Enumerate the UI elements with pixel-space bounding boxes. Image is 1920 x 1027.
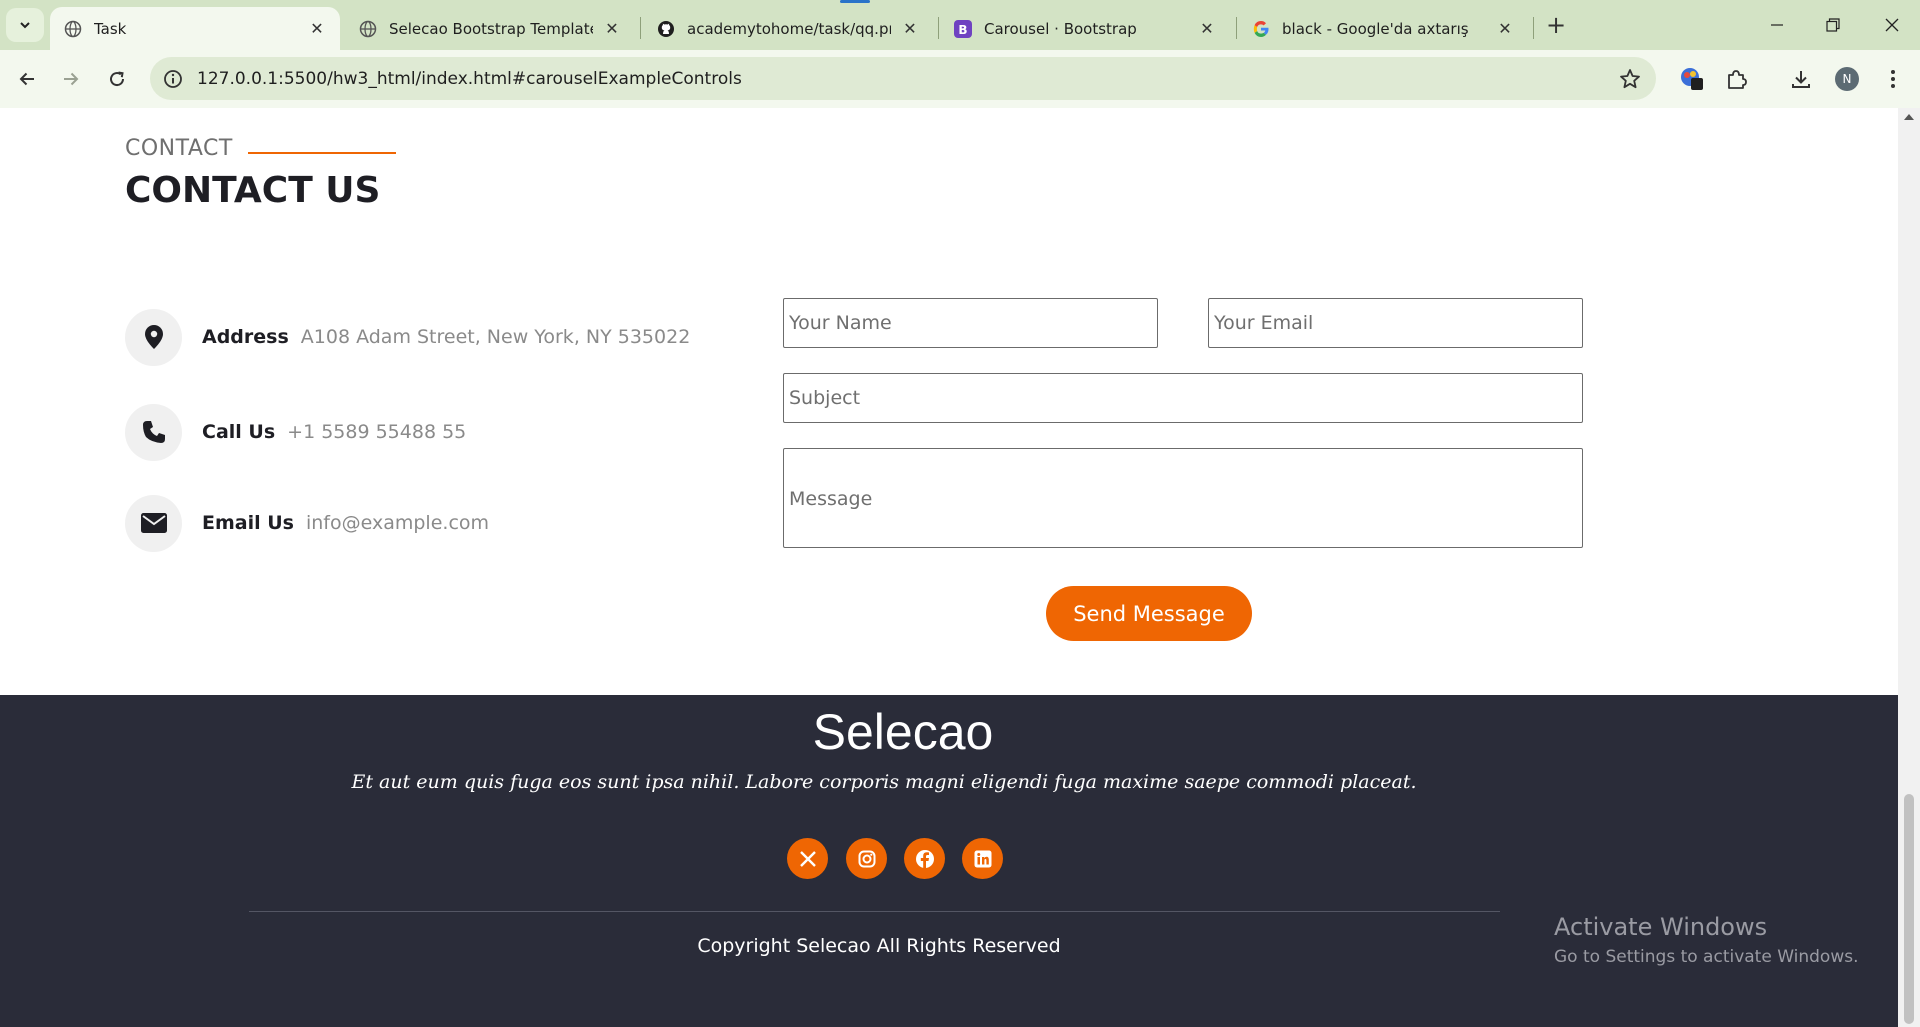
kicker-underline — [248, 152, 396, 154]
close-tab-icon[interactable]: ✕ — [901, 19, 919, 38]
subject-field[interactable] — [783, 373, 1583, 423]
close-window-button[interactable] — [1864, 0, 1920, 50]
forward-button[interactable] — [55, 63, 87, 95]
minimize-button[interactable] — [1749, 0, 1805, 50]
download-icon[interactable] — [1787, 65, 1815, 93]
info-value: A108 Adam Street, New York, NY 535022 — [300, 326, 691, 348]
close-icon — [1885, 18, 1899, 32]
contact-info-phone: Call Us +1 5589 55488 55 — [125, 403, 466, 461]
tab-github[interactable]: academytohome/task/qq.png a ✕ — [643, 7, 933, 50]
address-bar[interactable]: 127.0.0.1:5500/hw3_html/index.html#carou… — [150, 57, 1656, 100]
footer-brand: Selecao — [812, 704, 994, 760]
tab-separator — [1533, 17, 1534, 39]
send-message-button[interactable]: Send Message — [1046, 586, 1252, 641]
phone-icon — [125, 403, 182, 461]
envelope-icon — [125, 494, 182, 552]
tab-title: Selecao Bootstrap Template De — [389, 19, 593, 38]
section-title: CONTACT US — [125, 170, 381, 211]
globe-icon — [64, 20, 82, 38]
restore-button[interactable] — [1805, 0, 1861, 50]
tab-separator — [938, 17, 939, 39]
info-value: +1 5589 55488 55 — [287, 421, 467, 443]
globe-icon — [359, 20, 377, 38]
page-scrollbar[interactable] — [1898, 108, 1920, 1027]
arrow-left-icon — [19, 72, 34, 86]
instagram-icon[interactable] — [846, 838, 887, 879]
reload-button[interactable] — [101, 63, 133, 95]
close-tab-icon[interactable]: ✕ — [603, 19, 621, 38]
close-tab-icon[interactable]: ✕ — [1198, 19, 1216, 38]
back-button[interactable] — [11, 63, 43, 95]
footer-tagline: Et aut eum quis fuga eos sunt ipsa nihil… — [351, 771, 1417, 793]
bootstrap-icon: B — [954, 19, 972, 38]
browser-tab-bar: Task ✕ Selecao Bootstrap Template De ✕ a… — [0, 0, 1920, 50]
arrow-right-icon — [64, 72, 79, 86]
footer-divider — [249, 911, 1500, 912]
scroll-up-arrow-icon[interactable] — [1904, 114, 1914, 120]
reload-icon — [110, 71, 125, 87]
section-kicker: CONTACT — [125, 136, 233, 161]
extension-color-icon[interactable] — [1678, 65, 1706, 93]
x-icon[interactable] — [787, 838, 828, 879]
tab-separator — [1236, 17, 1237, 39]
info-label: Address — [202, 326, 289, 348]
restore-icon — [1826, 18, 1840, 32]
minimize-icon — [1771, 24, 1783, 26]
site-footer: Selecao Et aut eum quis fuga eos sunt ip… — [0, 695, 1898, 1027]
svg-text:B: B — [958, 23, 967, 37]
tab-task[interactable]: Task ✕ — [50, 7, 340, 50]
site-info-icon[interactable] — [162, 68, 184, 90]
page-viewport: CONTACT CONTACT US Address A108 Adam Str… — [0, 108, 1898, 1027]
scrollbar-thumb[interactable] — [1904, 794, 1914, 1024]
facebook-icon[interactable] — [904, 838, 945, 879]
info-label: Email Us — [202, 512, 294, 534]
close-tab-icon[interactable]: ✕ — [1496, 19, 1514, 38]
github-icon — [657, 20, 675, 38]
chevron-down-icon — [20, 22, 30, 29]
new-tab-button[interactable]: + — [1542, 11, 1570, 39]
info-label: Call Us — [202, 421, 276, 443]
google-icon — [1252, 20, 1270, 38]
tab-selecao[interactable]: Selecao Bootstrap Template De ✕ — [345, 7, 635, 50]
tab-separator — [640, 17, 641, 39]
info-value: info@example.com — [305, 512, 490, 534]
email-field[interactable] — [1208, 298, 1583, 348]
windows-activation-watermark: Activate Windows Go to Settings to activ… — [1554, 913, 1859, 967]
tab-title: black - Google'da axtarış — [1282, 19, 1469, 38]
linkedin-icon[interactable] — [962, 838, 1003, 879]
close-tab-icon[interactable]: ✕ — [308, 19, 326, 38]
browser-toolbar: 127.0.0.1:5500/hw3_html/index.html#carou… — [0, 50, 1920, 108]
map-pin-icon — [125, 308, 182, 366]
footer-copyright: Copyright Selecao All Rights Reserved — [697, 935, 1061, 957]
media-indicator — [840, 0, 870, 3]
url-text[interactable]: 127.0.0.1:5500/hw3_html/index.html#carou… — [197, 69, 742, 89]
name-field[interactable] — [783, 298, 1158, 348]
tab-bootstrap[interactable]: B Carousel · Bootstrap ✕ — [940, 7, 1230, 50]
tab-search-button[interactable] — [6, 8, 44, 42]
watermark-subtitle: Go to Settings to activate Windows. — [1554, 947, 1859, 967]
tab-title: Carousel · Bootstrap — [984, 19, 1137, 38]
tab-title: academytohome/task/qq.png a — [687, 19, 891, 38]
tab-google[interactable]: black - Google'da axtarış ✕ — [1238, 7, 1528, 50]
message-field[interactable] — [783, 448, 1583, 548]
menu-dots-icon[interactable] — [1879, 65, 1907, 93]
contact-info-address: Address A108 Adam Street, New York, NY 5… — [125, 308, 690, 366]
extensions-puzzle-icon[interactable] — [1722, 65, 1750, 93]
profile-avatar[interactable]: N — [1835, 67, 1859, 91]
contact-info-email: Email Us info@example.com — [125, 494, 489, 552]
watermark-title: Activate Windows — [1554, 913, 1768, 941]
bookmark-star-icon[interactable] — [1618, 67, 1642, 91]
tab-title: Task — [94, 19, 127, 38]
